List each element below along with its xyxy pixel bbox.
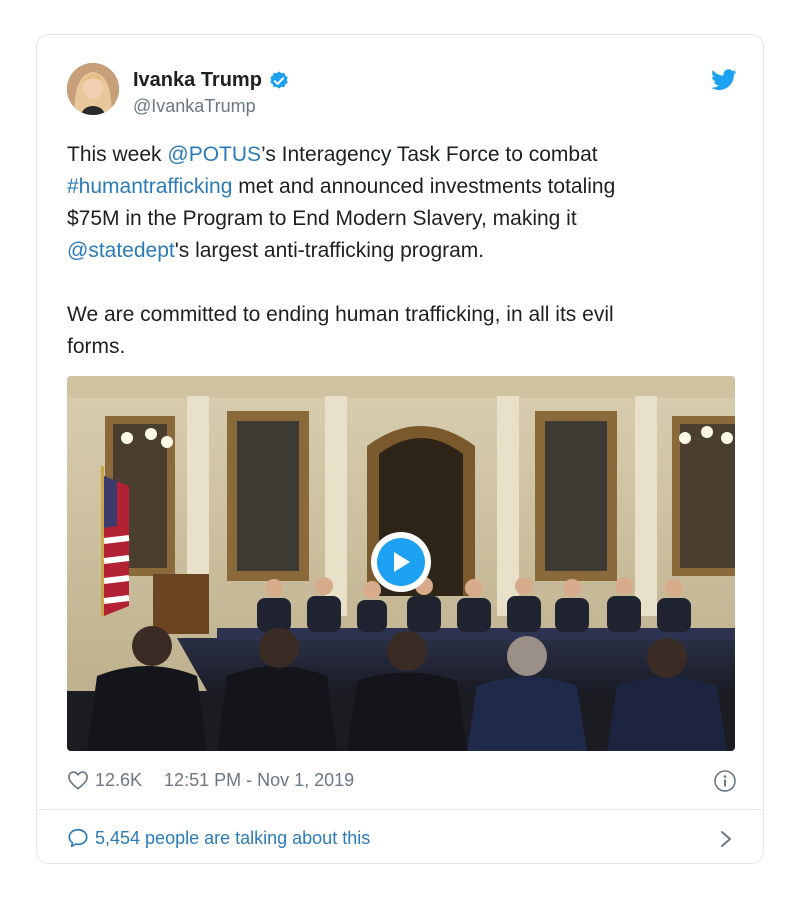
play-icon — [394, 552, 410, 572]
conversation-count: 5,454 people are talking about this — [95, 827, 371, 848]
display-name[interactable]: Ivanka Trump — [133, 69, 262, 92]
twitter-bird-icon[interactable] — [711, 69, 737, 91]
tweet-text-segment: This week — [67, 143, 168, 166]
tweet-card: Ivanka Trump @IvankaTrump This week @POT… — [36, 34, 764, 864]
author-names: Ivanka Trump @IvankaTrump — [133, 69, 290, 117]
divider — [37, 809, 763, 810]
tweet-text-segment: ’s Interagency Task Force to combat — [261, 143, 598, 166]
tweet-video[interactable] — [67, 376, 735, 751]
info-icon[interactable] — [713, 769, 737, 793]
tweet-timestamp[interactable]: 12:51 PM - Nov 1, 2019 — [164, 770, 354, 791]
tweet-link[interactable]: #humantrafficking — [67, 175, 232, 198]
heart-icon[interactable] — [67, 770, 89, 790]
speech-bubble-icon — [68, 828, 88, 848]
tweet-header: Ivanka Trump @IvankaTrump — [67, 63, 737, 119]
like-count[interactable]: 12.6K — [95, 770, 142, 791]
play-button[interactable] — [371, 532, 431, 592]
avatar[interactable] — [67, 63, 119, 115]
avatar-image — [67, 63, 119, 115]
conversation-link[interactable]: 5,454 people are talking about this — [67, 823, 737, 853]
tweet-link[interactable]: @POTUS — [167, 143, 261, 166]
verified-badge-icon — [268, 70, 290, 92]
chevron-right-icon[interactable] — [719, 830, 733, 848]
tweet-text: This week @POTUS’s Interagency Task Forc… — [67, 139, 707, 363]
author-handle[interactable]: @IvankaTrump — [133, 96, 290, 117]
tweet-link[interactable]: @statedept — [67, 239, 175, 262]
tweet-meta: 12.6K 12:51 PM - Nov 1, 2019 — [67, 765, 737, 795]
